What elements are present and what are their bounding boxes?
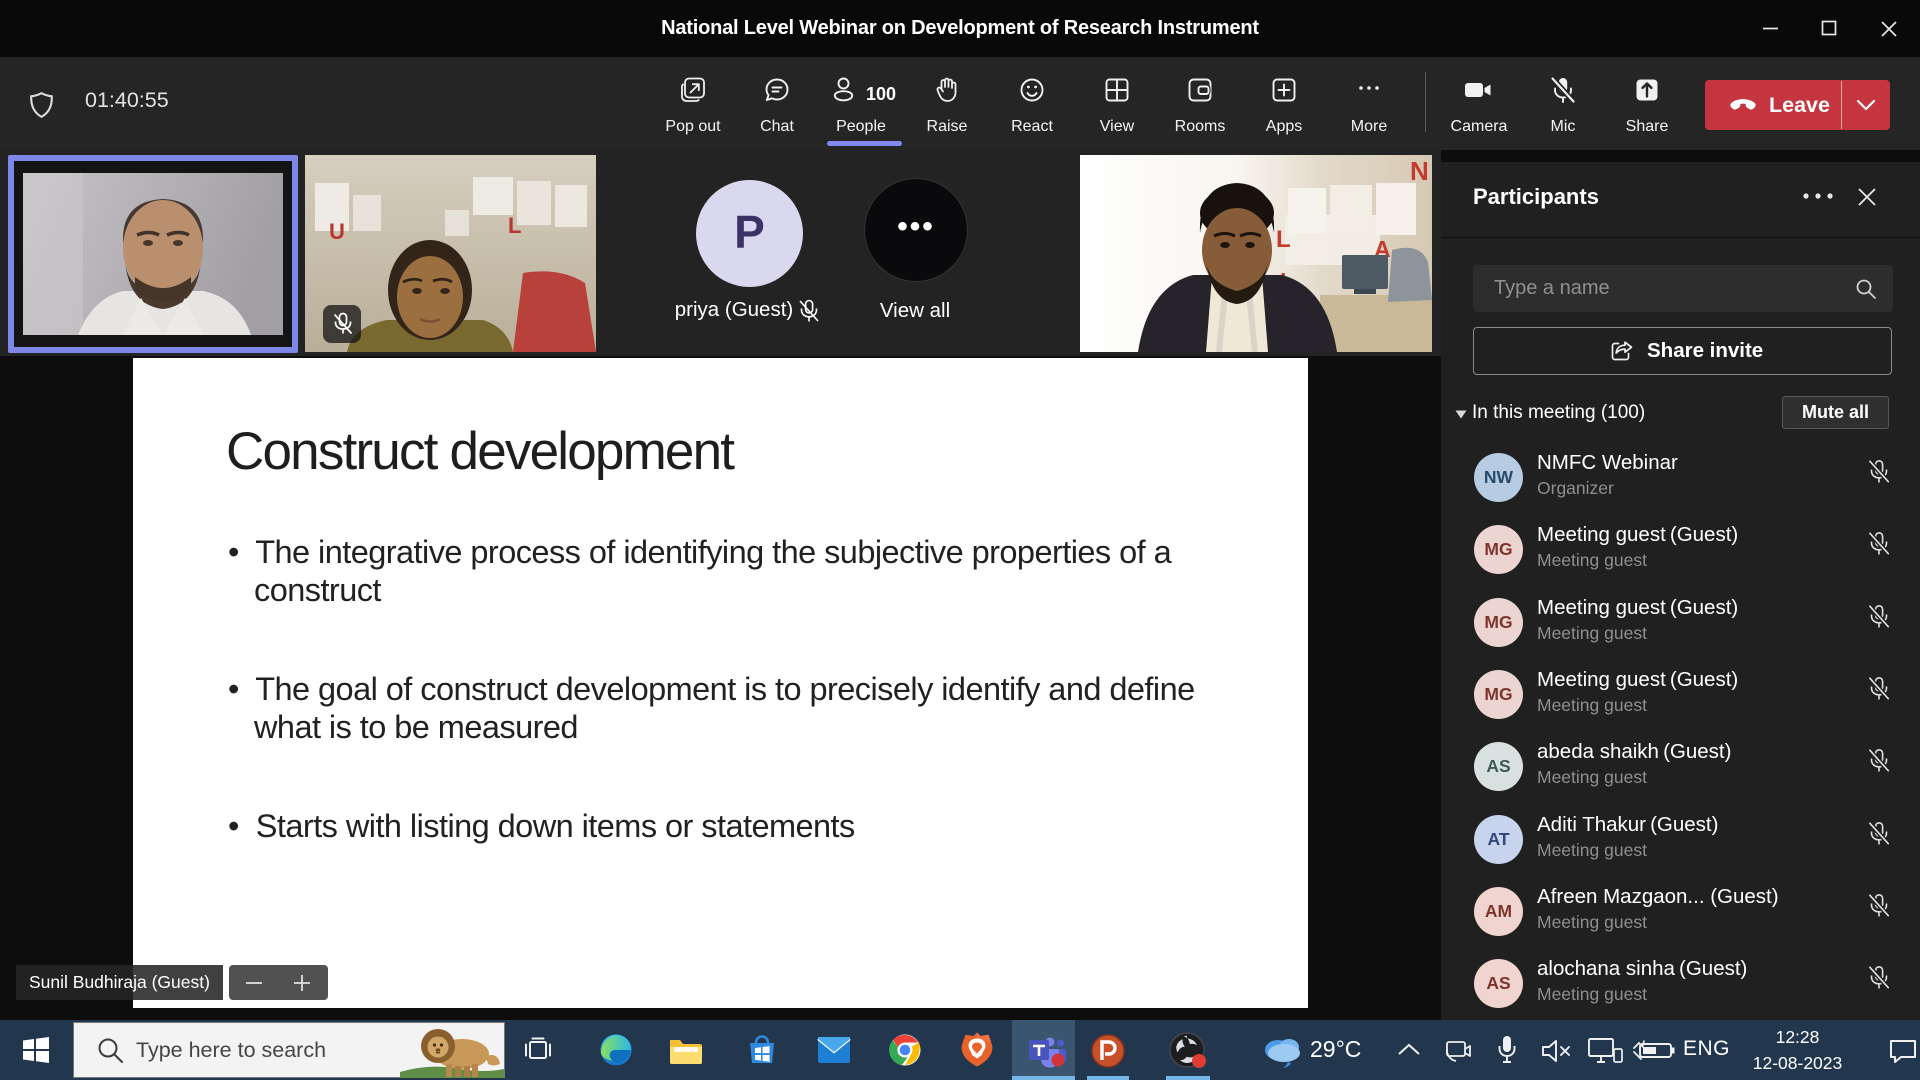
svg-text:L: L xyxy=(1276,226,1291,253)
svg-text:N: N xyxy=(1410,156,1429,186)
svg-text:U: U xyxy=(329,219,345,244)
svg-text:L: L xyxy=(508,213,521,238)
